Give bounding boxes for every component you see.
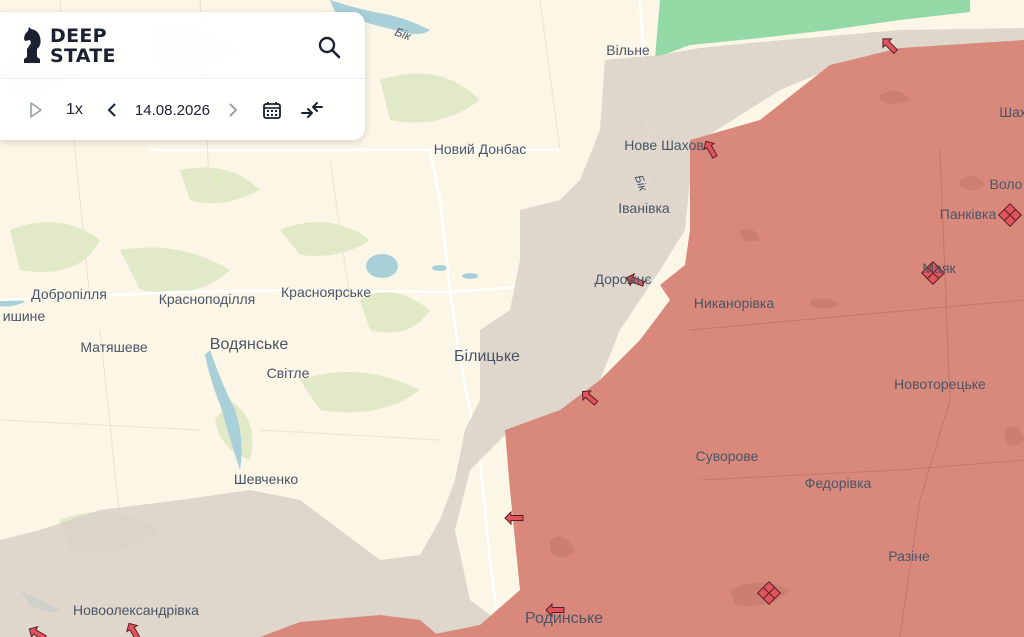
panel-divider — [0, 78, 365, 79]
search-icon — [318, 36, 341, 59]
calendar-icon — [263, 102, 281, 119]
settlement-label-vilne[interactable]: Вільне — [606, 42, 649, 58]
logo-text: DEEP STATE — [50, 26, 116, 66]
settlement-label-matiasheve[interactable]: Матяшеве — [80, 339, 147, 355]
settlement-label-mayak[interactable]: Маяк — [922, 260, 955, 276]
logo-line2: STATE — [50, 45, 116, 67]
settlement-label-vodianske[interactable]: Водянське — [210, 336, 288, 354]
chevron-left-icon — [107, 103, 116, 117]
settlement-label-nykanorivka[interactable]: Никанорівка — [694, 295, 774, 311]
knight-logo-icon — [24, 27, 41, 63]
next-date-button[interactable] — [228, 103, 238, 117]
settlement-label-shevchenko[interactable]: Шевченко — [234, 471, 298, 487]
current-date[interactable]: 14.08.2026 — [135, 102, 210, 119]
play-button[interactable] — [26, 102, 46, 118]
settlement-label-bilytske[interactable]: Білицьке — [454, 348, 520, 366]
logo-line1: DEEP — [50, 25, 107, 47]
settlement-label-novooleksandrivka[interactable]: Новоолександрівка — [73, 602, 199, 618]
settlement-label-ivanivka[interactable]: Іванівка — [618, 200, 669, 216]
settlement-label-nove-shakhove[interactable]: Нове Шахов — [624, 137, 704, 153]
settlement-label-volod[interactable]: Воло — [990, 176, 1023, 192]
settlement-label-rodynske[interactable]: Родинське — [525, 610, 603, 628]
settlement-label-shyne[interactable]: ишине — [3, 308, 45, 324]
timeline-controls: 1x 14.08.2026 — [26, 96, 324, 124]
settlement-label-dobropillia[interactable]: Добропілля — [31, 286, 107, 302]
settlement-label-krasnopodillia[interactable]: Краснoподілля — [159, 291, 256, 307]
chevron-right-icon — [229, 103, 238, 117]
compare-button[interactable] — [300, 100, 324, 120]
logo[interactable]: DEEP STATE — [22, 26, 116, 66]
compare-arrows-icon — [300, 102, 323, 118]
settlement-label-suvorove[interactable]: Суворове — [696, 448, 759, 464]
speed-button[interactable]: 1x — [66, 101, 83, 119]
previous-date-button[interactable] — [107, 103, 117, 117]
settlement-label-krasnoiarske[interactable]: Красноярське — [281, 284, 371, 300]
settlement-label-fedorivka[interactable]: Федорівка — [805, 475, 872, 491]
control-panel: DEEP STATE 1x 14.08.2026 — [0, 12, 365, 140]
settlement-label-pankivka[interactable]: Панківка — [940, 206, 996, 222]
settlement-label-dorozhnie[interactable]: Дорожнє — [594, 271, 651, 287]
settlement-label-svitle[interactable]: Світле — [267, 365, 310, 381]
search-button[interactable] — [316, 34, 342, 60]
settlement-label-novyi-donbas[interactable]: Новий Донбас — [434, 141, 527, 157]
settlement-label-shakh[interactable]: Шах — [999, 104, 1024, 120]
play-icon — [30, 102, 42, 118]
calendar-button[interactable] — [262, 100, 282, 120]
settlement-label-novotoretske[interactable]: Новоторецьке — [894, 376, 986, 392]
settlement-label-razine[interactable]: Разіне — [888, 548, 930, 564]
